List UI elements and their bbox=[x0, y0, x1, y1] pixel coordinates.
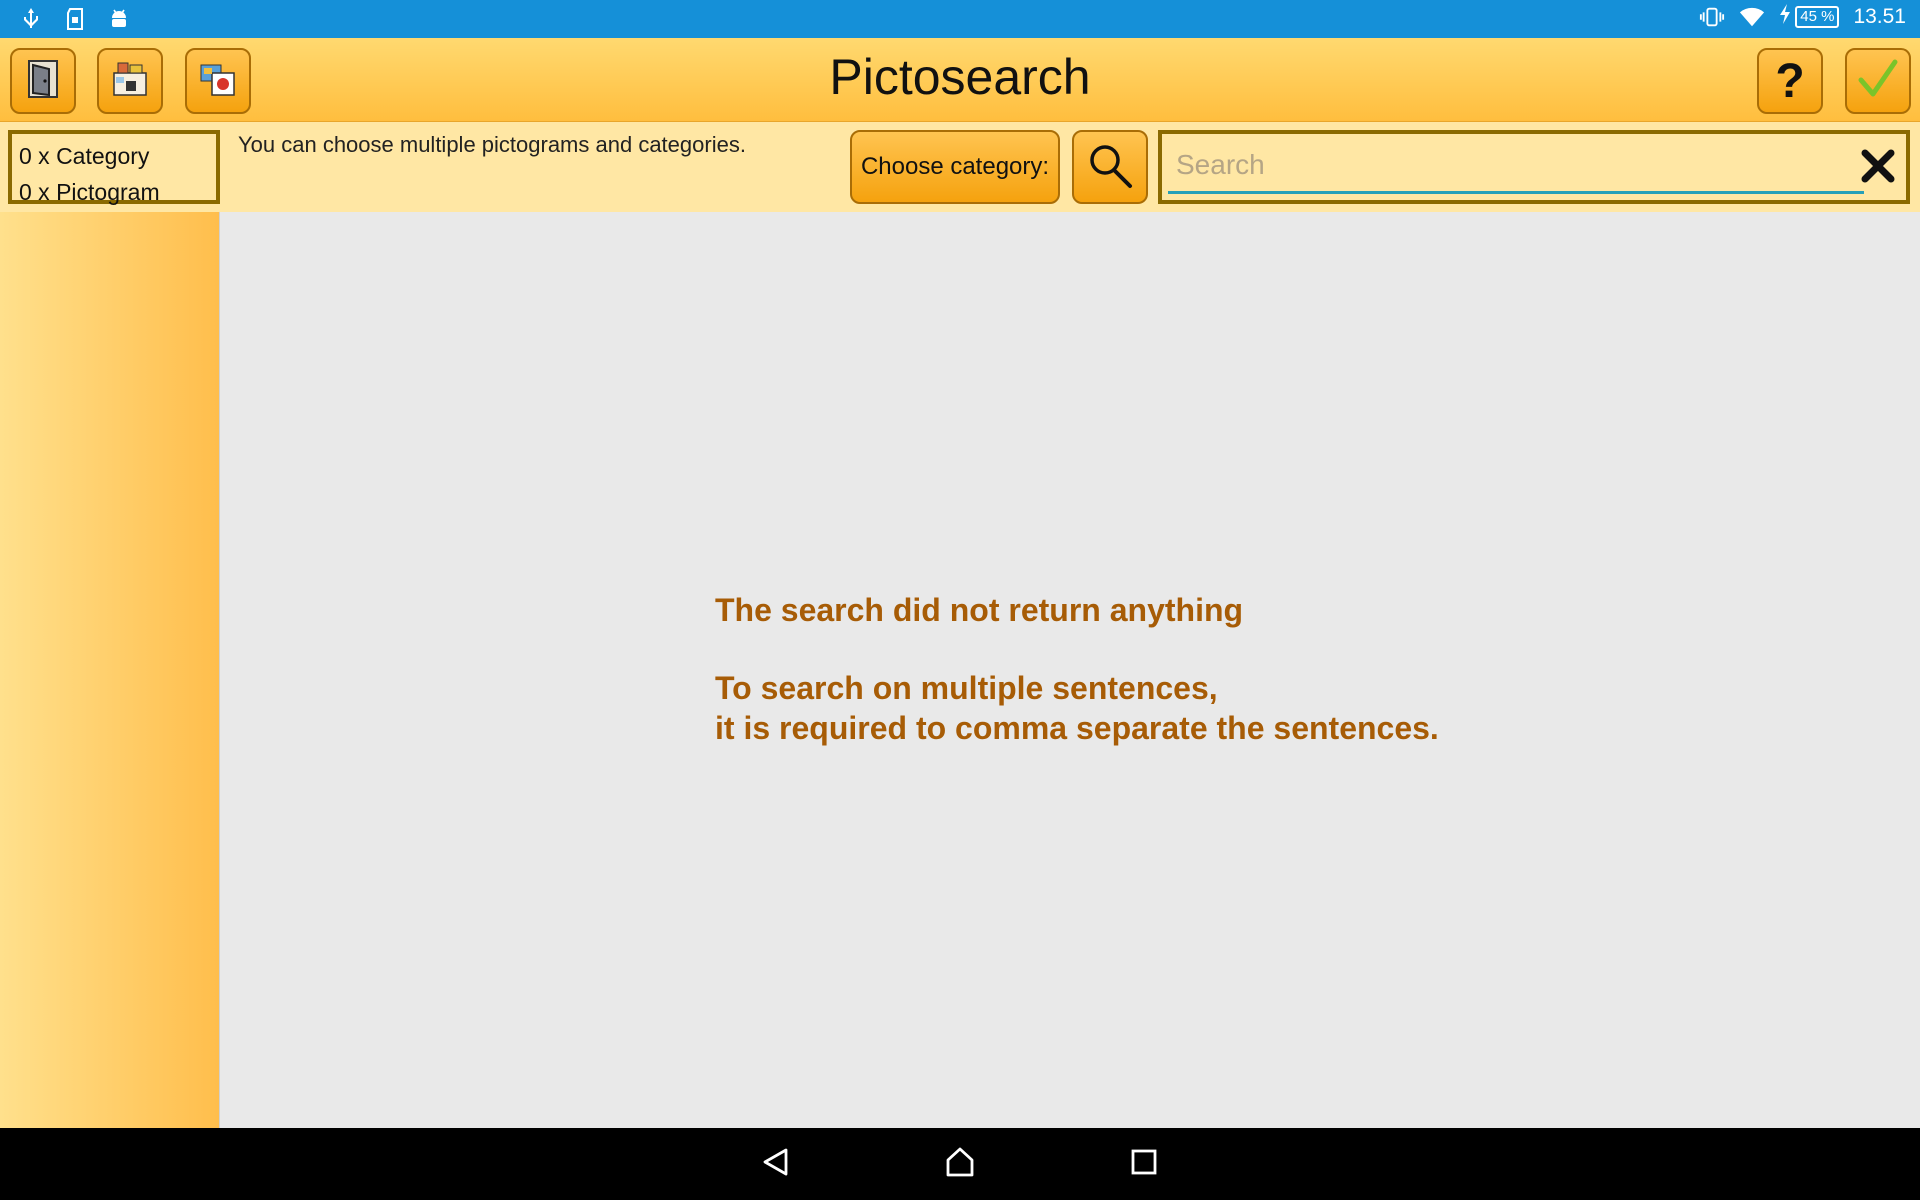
close-icon bbox=[1860, 148, 1896, 189]
status-bar: 45 % 13.51 bbox=[0, 0, 1920, 38]
sd-card-icon bbox=[62, 6, 88, 32]
back-icon bbox=[761, 1147, 791, 1182]
recents-icon bbox=[1130, 1148, 1158, 1181]
help-icon: ? bbox=[1775, 54, 1805, 108]
usb-icon bbox=[18, 6, 44, 32]
home-icon bbox=[944, 1146, 976, 1183]
back-button[interactable] bbox=[746, 1134, 806, 1194]
category-count: 0 x Category bbox=[19, 143, 150, 169]
category-sidebar[interactable] bbox=[0, 212, 220, 1128]
choose-category-button[interactable]: Choose category: bbox=[850, 130, 1060, 204]
clock: 13.51 bbox=[1853, 5, 1906, 28]
title-bar: Pictosearch ? bbox=[0, 38, 1920, 122]
selection-counter: 0 x Category 0 x Pictogram bbox=[8, 130, 220, 205]
search-input[interactable] bbox=[1168, 138, 1864, 194]
search-toolbar: 0 x Category 0 x Pictogram You can choos… bbox=[0, 122, 1920, 212]
empty-results-title: The search did not return anything bbox=[715, 592, 1244, 628]
search-icon bbox=[1086, 141, 1134, 194]
battery-indicator: 45 % bbox=[1779, 4, 1840, 30]
results-area: The search did not return anything To se… bbox=[220, 212, 1920, 1128]
android-icon bbox=[106, 6, 132, 32]
help-button[interactable]: ? bbox=[1757, 48, 1823, 114]
pictogram-count: 0 x Pictogram bbox=[19, 179, 160, 205]
selection-hint: You can choose multiple pictograms and c… bbox=[238, 132, 746, 157]
confirm-button[interactable] bbox=[1845, 48, 1911, 114]
empty-results-message: The search did not return anything To se… bbox=[715, 590, 1439, 748]
empty-results-hint-line2: it is required to comma separate the sen… bbox=[715, 710, 1439, 746]
empty-results-hint-line1: To search on multiple sentences, bbox=[715, 670, 1218, 706]
check-icon bbox=[1857, 58, 1899, 105]
search-button[interactable] bbox=[1072, 130, 1148, 204]
vibrate-icon bbox=[1699, 4, 1725, 30]
home-button[interactable] bbox=[930, 1134, 990, 1194]
wifi-icon bbox=[1739, 4, 1765, 30]
search-box bbox=[1158, 130, 1910, 204]
recents-button[interactable] bbox=[1114, 1134, 1174, 1194]
charging-icon bbox=[1779, 4, 1791, 30]
battery-level: 45 % bbox=[1795, 6, 1840, 28]
clear-search-button[interactable] bbox=[1856, 144, 1900, 192]
navigation-bar bbox=[0, 1128, 1920, 1200]
page-title: Pictosearch bbox=[829, 49, 1091, 105]
